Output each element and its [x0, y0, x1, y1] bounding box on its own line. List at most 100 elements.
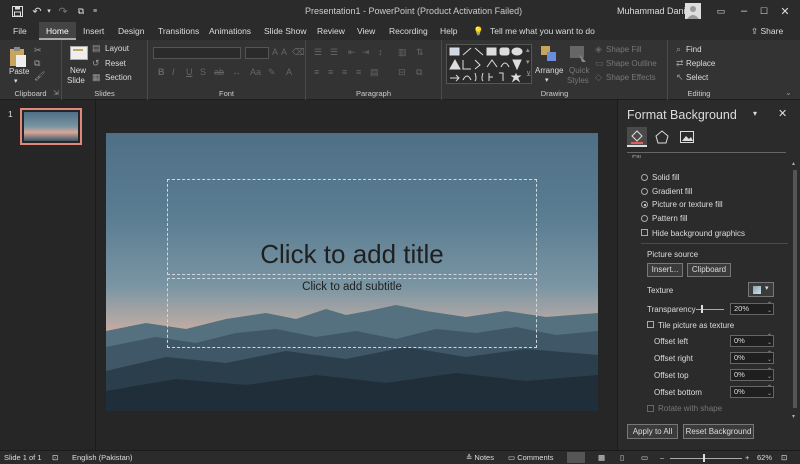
slide-sorter-icon[interactable]: ▦	[598, 453, 605, 462]
tab-review[interactable]: Review	[317, 22, 345, 40]
shape-effects-button[interactable]: Shape Effects	[606, 73, 656, 82]
section-button[interactable]: Section	[105, 73, 132, 82]
paste-button[interactable]: Paste	[9, 67, 29, 76]
tab-help[interactable]: Help	[440, 22, 457, 40]
font-size-box[interactable]	[245, 47, 269, 59]
gallery-up-icon[interactable]: ▴	[526, 46, 530, 55]
fill-tab-icon[interactable]	[627, 127, 647, 147]
effects-tab-icon[interactable]	[654, 129, 670, 145]
title-placeholder[interactable]: Click to add title	[167, 179, 537, 275]
tab-file[interactable]: File	[13, 22, 27, 40]
ribbon-display-options-icon[interactable]: ▭	[714, 4, 728, 18]
numbering-icon[interactable]: ☰	[330, 48, 338, 57]
language[interactable]: English (Pakistan)	[72, 453, 132, 462]
hide-bg-checkbox[interactable]	[641, 229, 648, 236]
redo-icon[interactable]: ↷	[56, 4, 70, 18]
hide-bg-label[interactable]: Hide background graphics	[652, 229, 745, 238]
insert-button[interactable]: Insert...	[647, 263, 683, 277]
zoom-in-icon[interactable]: +	[745, 453, 749, 462]
gallery-down-icon[interactable]: ▾	[526, 58, 530, 67]
rotate-checkbox[interactable]	[647, 405, 654, 412]
tab-insert[interactable]: Insert	[83, 22, 104, 40]
collapse-ribbon-icon[interactable]: ⌄	[785, 88, 792, 97]
replace-button[interactable]: Replace	[686, 59, 715, 68]
underline-icon[interactable]: U	[186, 68, 193, 77]
shapes-gallery[interactable]	[446, 44, 532, 84]
offset-bottom-input[interactable]: 0%	[730, 385, 774, 398]
avatar[interactable]	[685, 3, 701, 19]
new-slide-icon[interactable]	[70, 46, 88, 62]
quick-styles-label[interactable]: Quick	[569, 66, 589, 75]
arrange-button[interactable]: Arrange	[535, 66, 563, 75]
picture-tab-icon[interactable]	[679, 129, 695, 145]
solid-fill-label[interactable]: Solid fill	[652, 173, 680, 182]
tab-home[interactable]: Home	[39, 22, 76, 40]
format-painter-icon[interactable]: 🖌	[34, 72, 45, 81]
quick-styles-icon[interactable]	[569, 45, 587, 63]
apply-to-all-button[interactable]: Apply to All	[627, 424, 678, 439]
maximize-icon[interactable]: ☐	[757, 4, 771, 18]
start-from-beginning-icon[interactable]: ⧉	[74, 4, 88, 18]
clipboard-button[interactable]: Clipboard	[687, 263, 731, 277]
zoom-out-icon[interactable]: –	[660, 453, 664, 462]
distributed-icon[interactable]: ▤	[370, 68, 379, 77]
subtitle-placeholder[interactable]: Click to add subtitle	[167, 278, 537, 348]
customize-toolbar-icon[interactable]: ≡	[91, 4, 99, 18]
increase-indent-icon[interactable]: ⇥	[362, 48, 370, 57]
gradient-fill-label[interactable]: Gradient fill	[652, 187, 692, 196]
transparency-input[interactable]: 20%	[730, 302, 774, 315]
line-spacing-icon[interactable]: ↕	[378, 48, 383, 57]
undo-dropdown-icon[interactable]: ▾	[45, 4, 53, 18]
pane-options-icon[interactable]: ▾	[753, 109, 757, 118]
reset-button[interactable]: Reset	[105, 59, 126, 68]
slide[interactable]: Click to add title Click to add subtitle	[106, 133, 598, 411]
share-button[interactable]: ⇪ Share	[751, 22, 783, 40]
slide-show-icon[interactable]: ▭	[641, 453, 648, 462]
new-slide-label-2[interactable]: Slide	[67, 76, 85, 85]
cut-icon[interactable]: ✂	[34, 46, 42, 55]
reading-view-icon[interactable]: ▯	[620, 453, 624, 462]
align-center-icon[interactable]: ≡	[328, 68, 333, 77]
tab-view[interactable]: View	[357, 22, 375, 40]
fit-to-window-icon[interactable]: ⊡	[781, 453, 787, 462]
italic-icon[interactable]: I	[172, 68, 175, 77]
change-case-icon[interactable]: Aa	[250, 68, 261, 77]
close-icon[interactable]: ✕	[778, 4, 792, 18]
spell-check-icon[interactable]: ⊡	[52, 453, 58, 462]
pattern-fill-label[interactable]: Pattern fill	[652, 214, 688, 223]
pane-close-icon[interactable]: ✕	[778, 107, 787, 120]
select-button[interactable]: Select	[686, 73, 708, 82]
increase-font-icon[interactable]: A	[272, 48, 278, 57]
offset-right-input[interactable]: 0%	[730, 351, 774, 364]
shadow-icon[interactable]: S	[200, 68, 206, 77]
undo-icon[interactable]: ↶	[30, 4, 44, 18]
decrease-font-icon[interactable]: A	[281, 48, 287, 57]
justify-icon[interactable]: ≡	[356, 68, 361, 77]
align-right-icon[interactable]: ≡	[342, 68, 347, 77]
columns-icon[interactable]: ▥	[398, 48, 407, 57]
gallery-more-icon[interactable]: ⊻	[526, 70, 531, 79]
find-button[interactable]: Find	[686, 45, 702, 54]
scroll-up-icon[interactable]: ▴	[792, 160, 795, 167]
bullets-icon[interactable]: ☰	[314, 48, 322, 57]
fill-section-header[interactable]: Fill	[632, 155, 641, 161]
font-name-box[interactable]	[153, 47, 241, 59]
arrange-icon[interactable]	[540, 45, 558, 63]
offset-top-input[interactable]: 0%	[730, 368, 774, 381]
new-slide-label[interactable]: New	[70, 66, 86, 75]
align-left-icon[interactable]: ≡	[314, 68, 319, 77]
transparency-slider-thumb[interactable]	[701, 305, 703, 313]
highlight-icon[interactable]: ✎	[268, 68, 276, 77]
decrease-indent-icon[interactable]: ⇤	[348, 48, 356, 57]
arrange-dropdown-icon[interactable]: ▾	[545, 76, 549, 84]
texture-picker[interactable]: ▾	[748, 282, 774, 297]
scroll-thumb[interactable]	[793, 170, 797, 408]
shape-outline-button[interactable]: Shape Outline	[606, 59, 657, 68]
char-spacing-icon[interactable]: ↔	[232, 68, 241, 77]
align-text-icon[interactable]: ⊟	[398, 68, 406, 77]
smartart-icon[interactable]: ⧉	[416, 68, 422, 77]
zoom-level[interactable]: 62%	[757, 453, 772, 462]
tile-checkbox[interactable]	[647, 321, 654, 328]
minimize-icon[interactable]: –	[737, 4, 751, 18]
tab-slide-show[interactable]: Slide Show	[264, 22, 307, 40]
